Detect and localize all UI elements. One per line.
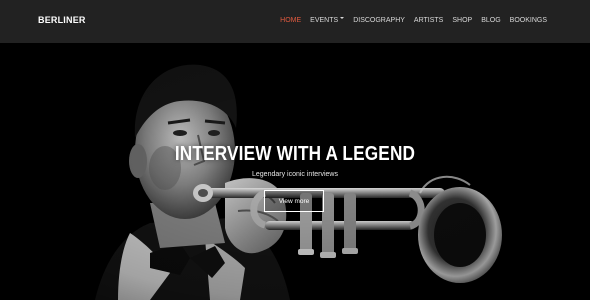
nav-item-events[interactable]: EVENTS <box>310 16 345 25</box>
nav-item-events-label: EVENTS <box>310 17 339 24</box>
top-navbar: BERLINER HOME EVENTS DISCOGRAPHY ARTISTS… <box>0 0 590 43</box>
page: BERLINER HOME EVENTS DISCOGRAPHY ARTISTS… <box>0 0 590 300</box>
nav-item-shop[interactable]: SHOP <box>452 16 472 25</box>
nav-item-blog[interactable]: BLOG <box>481 16 500 25</box>
nav-item-artists[interactable]: ARTISTS <box>414 16 443 25</box>
nav-item-bookings[interactable]: BOOKINGS <box>510 16 547 25</box>
main-nav: HOME EVENTS DISCOGRAPHY ARTISTS SHOP BLO… <box>280 16 547 25</box>
hero-section: INTERVIEW WITH A LEGEND Legendary iconic… <box>0 43 590 300</box>
hero-subtitle: Legendary iconic interviews <box>252 171 338 178</box>
chevron-down-icon <box>340 17 345 19</box>
view-more-button[interactable]: View more <box>264 190 324 212</box>
nav-item-home[interactable]: HOME <box>280 16 301 25</box>
brand-logo[interactable]: BERLINER <box>38 15 86 25</box>
nav-item-discography[interactable]: DISCOGRAPHY <box>353 16 405 25</box>
hero-title: INTERVIEW WITH A LEGEND <box>174 143 416 165</box>
